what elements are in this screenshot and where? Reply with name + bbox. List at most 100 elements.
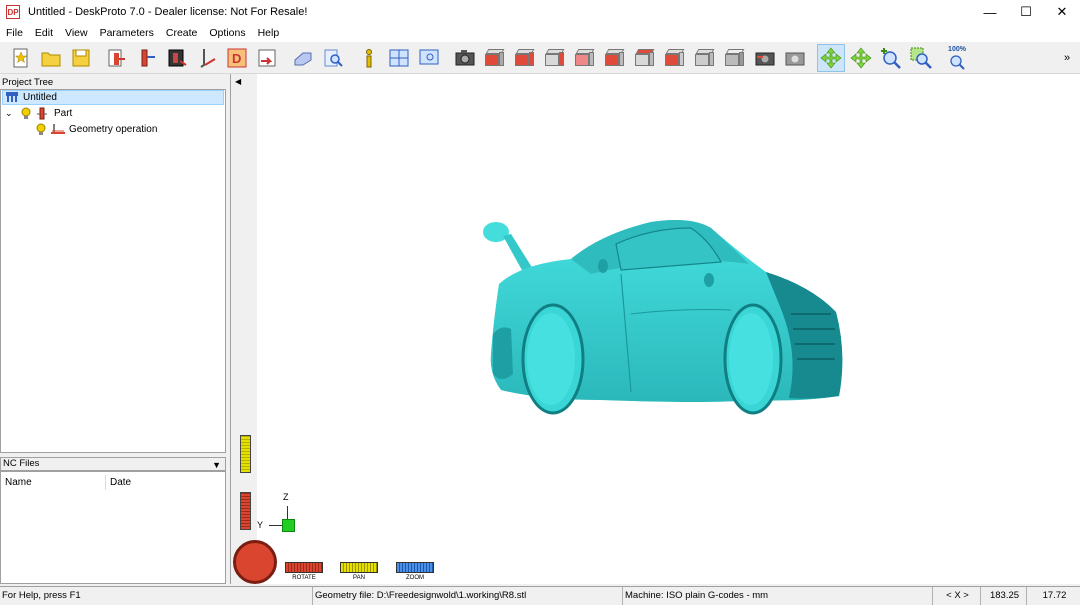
part-load-icon bbox=[108, 49, 125, 66]
maximize-button[interactable]: ☐ bbox=[1008, 0, 1044, 24]
menu-view[interactable]: View bbox=[59, 27, 94, 39]
tree-item-geometry-operation[interactable]: Geometry operation bbox=[35, 122, 157, 137]
axis-z-label: Z bbox=[283, 492, 289, 502]
3d-viewport[interactable]: ◀ ROTATE PAN ZOOM Z Y bbox=[230, 74, 1080, 584]
close-button[interactable]: ✕ bbox=[1044, 0, 1080, 24]
nc-files-list: Name Date bbox=[0, 471, 226, 584]
write-nc-button[interactable] bbox=[253, 44, 281, 72]
image-operation-button[interactable] bbox=[163, 44, 191, 72]
zoom-in-icon bbox=[881, 47, 901, 69]
status-axis: < X > bbox=[932, 587, 980, 605]
title-bar: DP Untitled - DeskProto 7.0 - Dealer lic… bbox=[0, 0, 1080, 24]
cube-back-icon bbox=[545, 48, 565, 67]
mouse-wheel-icon bbox=[233, 540, 277, 584]
screenshot-button[interactable] bbox=[451, 44, 479, 72]
svg-text:D: D bbox=[232, 51, 241, 66]
car-model[interactable] bbox=[481, 214, 861, 424]
dropdown-arrow-icon[interactable]: ▼ bbox=[212, 459, 221, 471]
zoom-mode-button[interactable] bbox=[877, 44, 905, 72]
info-icon bbox=[366, 48, 372, 67]
image-op-icon bbox=[168, 49, 187, 66]
view-right-button[interactable] bbox=[601, 44, 629, 72]
view-top-button[interactable] bbox=[631, 44, 659, 72]
new-file-icon bbox=[13, 48, 28, 67]
windows-grid-icon bbox=[389, 49, 409, 66]
pan-mode-button[interactable] bbox=[847, 44, 875, 72]
status-geometry-file: Geometry file: D:\Freedesignwold\1.worki… bbox=[312, 587, 622, 605]
camera-red-button[interactable] bbox=[751, 44, 779, 72]
rotate-mode-button[interactable] bbox=[817, 43, 845, 72]
info-button[interactable] bbox=[355, 44, 383, 72]
status-coord-2: 17.72 bbox=[1026, 587, 1080, 605]
camera-arrow-icon bbox=[755, 52, 775, 65]
part-parameters-button[interactable] bbox=[133, 44, 161, 72]
zoom-window-icon bbox=[910, 47, 932, 69]
cube-top-icon bbox=[635, 48, 655, 67]
load-part-button[interactable] bbox=[103, 44, 131, 72]
viewports-button[interactable] bbox=[385, 44, 413, 72]
cube-bottom-icon bbox=[665, 48, 685, 67]
design-button[interactable]: D bbox=[223, 44, 251, 72]
view-iso-button[interactable] bbox=[481, 44, 509, 72]
view-left-button[interactable] bbox=[571, 44, 599, 72]
monitor-icon bbox=[419, 49, 439, 64]
minimize-button[interactable]: — bbox=[972, 0, 1008, 24]
zoom-window-button[interactable] bbox=[907, 44, 935, 72]
menu-file[interactable]: File bbox=[0, 27, 29, 39]
preview-button[interactable] bbox=[319, 44, 347, 72]
project-tree-header: Project Tree bbox=[0, 76, 226, 89]
new-file-button[interactable] bbox=[7, 44, 35, 72]
save-icon bbox=[72, 49, 90, 66]
save-file-button[interactable] bbox=[67, 44, 95, 72]
nc-col-name-label: Name bbox=[5, 477, 32, 488]
rotate-indicator bbox=[240, 492, 251, 530]
zoom-100-button[interactable]: 100% bbox=[943, 44, 971, 72]
menu-bar: File Edit View Parameters Create Options… bbox=[0, 24, 1080, 42]
tree-item-untitled[interactable]: Untitled bbox=[2, 90, 224, 105]
menu-edit[interactable]: Edit bbox=[29, 27, 59, 39]
tree-item-part[interactable]: ⌄ Part bbox=[5, 106, 72, 121]
nc-column-name[interactable]: Name bbox=[1, 475, 105, 490]
view-back-button[interactable] bbox=[541, 44, 569, 72]
axis-origin-icon bbox=[282, 519, 295, 532]
chevron-down-icon[interactable]: ⌄ bbox=[5, 108, 17, 119]
rotate-button-icon[interactable] bbox=[285, 562, 323, 573]
toolbar-overflow-button[interactable]: » bbox=[1064, 52, 1080, 64]
project-icon bbox=[6, 92, 18, 102]
pan-label: PAN bbox=[353, 575, 365, 581]
menu-create[interactable]: Create bbox=[160, 27, 204, 39]
cube-left-icon bbox=[575, 48, 595, 67]
zoom-label: ZOOM bbox=[406, 575, 424, 581]
view-shaded-button[interactable] bbox=[691, 44, 719, 72]
view-wire-button[interactable] bbox=[721, 44, 749, 72]
open-file-button[interactable] bbox=[37, 44, 65, 72]
rotate-arrows-icon bbox=[820, 47, 842, 68]
menu-parameters[interactable]: Parameters bbox=[94, 27, 160, 39]
status-help: For Help, press F1 bbox=[2, 590, 81, 601]
view-bottom-button[interactable] bbox=[661, 44, 689, 72]
camera-gray-button[interactable] bbox=[781, 44, 809, 72]
pan-button-icon[interactable] bbox=[340, 562, 378, 573]
tree-label-geometry-operation: Geometry operation bbox=[69, 124, 158, 135]
left-panel: Project Tree Untitled ⌄ Part Geometry op… bbox=[0, 74, 227, 584]
tree-label-part: Part bbox=[54, 108, 73, 119]
magnifier-page-icon bbox=[324, 49, 343, 67]
main-toolbar: D 100% » bbox=[0, 42, 1080, 74]
cube-iso-icon bbox=[485, 48, 505, 67]
menu-options[interactable]: Options bbox=[203, 27, 251, 39]
nc-column-date[interactable]: Date bbox=[105, 475, 225, 490]
write-nc-icon bbox=[258, 49, 276, 66]
tool-operation-button[interactable] bbox=[193, 44, 221, 72]
part-params-icon bbox=[141, 49, 155, 66]
menu-help[interactable]: Help bbox=[252, 27, 286, 39]
geometry-operation-icon bbox=[51, 124, 65, 134]
zoom-100-label: 100% bbox=[948, 45, 966, 53]
zoom-100-icon bbox=[950, 54, 965, 70]
collapse-arrow-icon[interactable]: ◀ bbox=[235, 77, 241, 86]
cube-right-icon bbox=[605, 48, 625, 67]
zoom-button-icon[interactable] bbox=[396, 562, 434, 573]
eraser-button[interactable] bbox=[289, 44, 317, 72]
view-front-button[interactable] bbox=[511, 44, 539, 72]
nc-files-header[interactable]: NC Files ▼ bbox=[0, 457, 226, 471]
monitor-button[interactable] bbox=[415, 44, 443, 72]
